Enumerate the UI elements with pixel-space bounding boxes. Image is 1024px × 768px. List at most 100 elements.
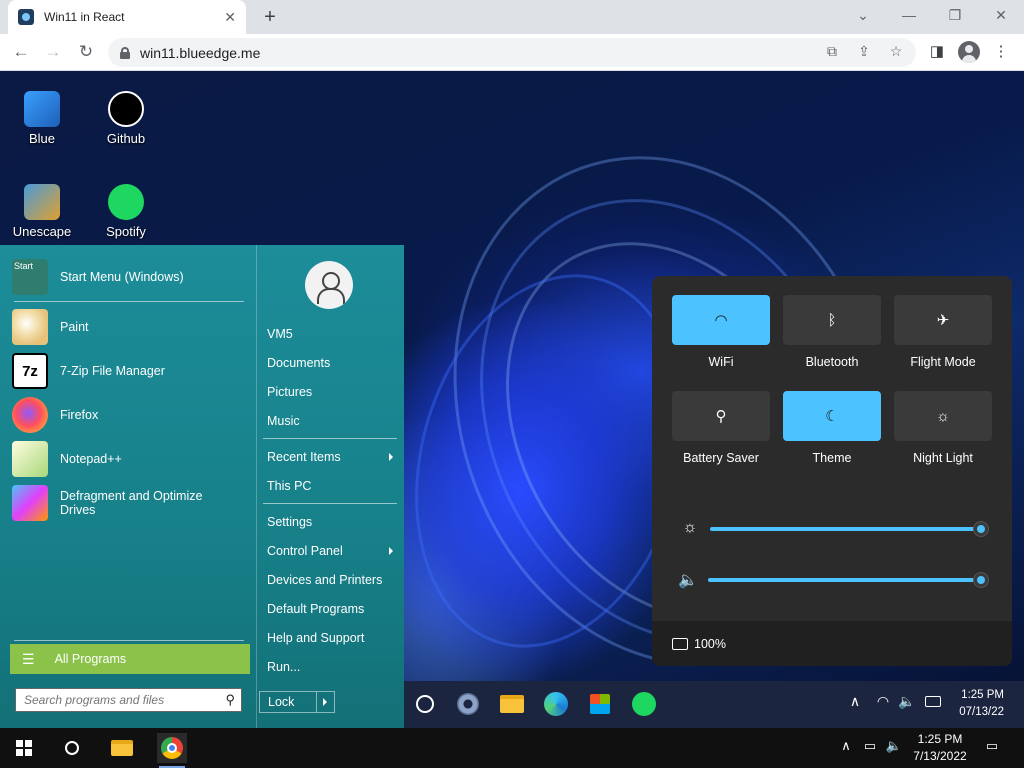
host-taskbar-clock[interactable]: 1:25 PM 7/13/2022 bbox=[910, 731, 970, 765]
minimize-button[interactable]: — bbox=[894, 4, 924, 26]
place-settings[interactable]: Settings bbox=[267, 515, 397, 529]
theme-toggle[interactable]: ☾ bbox=[783, 391, 881, 441]
desktop-icon-github[interactable]: Github bbox=[86, 91, 166, 146]
file-explorer-icon[interactable] bbox=[107, 733, 137, 763]
windows-start-icon[interactable] bbox=[9, 733, 39, 763]
tab-search-button[interactable]: ⌄ bbox=[848, 4, 878, 26]
start-item-label: Notepad++ bbox=[60, 452, 122, 466]
place-vm5[interactable]: VM5 bbox=[267, 327, 397, 341]
place-music[interactable]: Music bbox=[267, 414, 397, 428]
battery-icon[interactable] bbox=[922, 693, 944, 707]
back-button[interactable]: ← bbox=[8, 39, 34, 65]
place-run[interactable]: Run... bbox=[267, 660, 397, 674]
place-documents[interactable]: Documents bbox=[267, 356, 397, 370]
address-bar[interactable]: win11.blueedge.me ⧉ ⇪ ☆ bbox=[108, 38, 916, 67]
place-devices-printers[interactable]: Devices and Printers bbox=[267, 573, 397, 587]
monitor-user-icon bbox=[24, 91, 60, 127]
brightness-slider-thumb[interactable] bbox=[974, 522, 988, 536]
place-this-pc[interactable]: This PC bbox=[267, 479, 397, 493]
store-icon[interactable] bbox=[585, 689, 615, 719]
battery-icon[interactable] bbox=[672, 637, 688, 650]
share-icon[interactable]: ⇪ bbox=[854, 43, 874, 60]
side-panel-icon[interactable]: ◨ bbox=[924, 39, 950, 65]
wifi-icon[interactable]: ◠ bbox=[872, 693, 894, 710]
battery-saver-toggle[interactable]: ⚲ bbox=[672, 391, 770, 441]
user-avatar-icon[interactable] bbox=[305, 261, 353, 309]
start-menu-separator bbox=[14, 301, 244, 302]
lock-icon[interactable] bbox=[120, 46, 130, 59]
browser-menu-icon[interactable]: ⋮ bbox=[988, 39, 1014, 65]
bluetooth-toggle[interactable]: ᛒ bbox=[783, 295, 881, 345]
desktop-icon-unescape[interactable]: Unescape bbox=[2, 184, 82, 239]
night-light-toggle[interactable]: ☼ bbox=[894, 391, 992, 441]
desktop-icon-spotify[interactable]: Spotify bbox=[86, 184, 166, 239]
place-recent-items[interactable]: Recent Items bbox=[267, 450, 397, 464]
spotify-icon[interactable] bbox=[629, 689, 659, 719]
start-menu-icon: Start bbox=[12, 259, 48, 295]
web-taskbar-clock[interactable]: 1:25 PM 07/13/22 bbox=[959, 687, 1004, 721]
search-icon[interactable]: ⚲ bbox=[225, 692, 235, 708]
show-hidden-icons-chevron-icon[interactable]: ∧ bbox=[836, 738, 856, 754]
chrome-icon[interactable] bbox=[157, 733, 187, 763]
lock-button[interactable]: Lock bbox=[259, 691, 335, 713]
file-explorer-icon[interactable] bbox=[497, 689, 527, 719]
place-pictures[interactable]: Pictures bbox=[267, 385, 397, 399]
profile-avatar-icon bbox=[958, 41, 980, 63]
place-default-programs[interactable]: Default Programs bbox=[267, 602, 397, 616]
start-item-label: Start Menu (Windows) bbox=[60, 270, 184, 284]
start-menu: Start Start Menu (Windows) Paint 7z 7-Zi… bbox=[0, 245, 404, 728]
forward-button[interactable]: → bbox=[40, 39, 66, 65]
start-search-box[interactable]: ⚲ bbox=[15, 688, 242, 712]
desktop-icon-blue[interactable]: Blue bbox=[2, 91, 82, 146]
bookmark-star-icon[interactable]: ☆ bbox=[886, 43, 906, 60]
notification-center-icon[interactable]: ▭ bbox=[982, 738, 1002, 754]
close-window-button[interactable]: ✕ bbox=[986, 4, 1016, 26]
tile-label-battery-saver: Battery Saver bbox=[683, 451, 759, 465]
search-icon[interactable] bbox=[410, 689, 440, 719]
reload-button[interactable]: ↻ bbox=[73, 39, 99, 65]
places-separator bbox=[263, 438, 397, 439]
start-item-7zip[interactable]: 7z 7-Zip File Manager bbox=[12, 353, 248, 389]
tab-win11-in-react[interactable]: Win11 in React ✕ bbox=[8, 0, 246, 34]
desktop-icon-label: Github bbox=[106, 131, 146, 146]
profile-button[interactable] bbox=[956, 39, 982, 65]
volume-icon[interactable]: 🔈 bbox=[896, 693, 918, 710]
web-clock-time: 1:25 PM bbox=[961, 689, 1004, 701]
start-item-paint[interactable]: Paint bbox=[12, 309, 248, 345]
show-hidden-icons-chevron-icon[interactable]: ∧ bbox=[844, 693, 866, 710]
quick-settings-footer: 100% bbox=[652, 621, 1012, 666]
network-icon[interactable]: ▭ bbox=[860, 738, 880, 754]
firefox-icon bbox=[12, 397, 48, 433]
tile-label-bluetooth: Bluetooth bbox=[805, 355, 859, 369]
open-in-app-icon[interactable]: ⧉ bbox=[822, 43, 842, 60]
all-programs-button[interactable]: ☰ All Programs bbox=[10, 644, 250, 674]
volume-icon[interactable]: 🔈 bbox=[884, 738, 904, 754]
search-icon[interactable] bbox=[57, 733, 87, 763]
lock-options-arrow-icon[interactable] bbox=[323, 698, 327, 706]
start-item-defrag[interactable]: Defragment and Optimize Drives bbox=[12, 485, 212, 521]
brightness-slider[interactable] bbox=[710, 527, 980, 531]
volume-slider-thumb[interactable] bbox=[974, 573, 988, 587]
submenu-arrow-icon bbox=[389, 547, 393, 555]
tab-title: Win11 in React bbox=[44, 10, 125, 24]
start-item-notepadpp[interactable]: Notepad++ bbox=[12, 441, 248, 477]
wifi-toggle[interactable]: ◠ bbox=[672, 295, 770, 345]
new-tab-button[interactable]: + bbox=[258, 5, 282, 29]
tile-label-theme: Theme bbox=[812, 451, 852, 465]
start-item-start-menu[interactable]: Start Start Menu (Windows) bbox=[12, 259, 248, 295]
place-control-panel[interactable]: Control Panel bbox=[267, 544, 397, 558]
place-label: Control Panel bbox=[267, 544, 343, 558]
volume-slider[interactable] bbox=[708, 578, 980, 582]
places-separator bbox=[263, 503, 397, 504]
place-help-support[interactable]: Help and Support bbox=[267, 631, 397, 645]
start-search-input[interactable] bbox=[24, 693, 214, 707]
start-item-firefox[interactable]: Firefox bbox=[12, 397, 248, 433]
start-item-label: Defragment and Optimize Drives bbox=[60, 489, 203, 517]
edge-icon[interactable] bbox=[541, 689, 571, 719]
flight-mode-toggle[interactable]: ✈ bbox=[894, 295, 992, 345]
desktop-icon-label: Spotify bbox=[106, 224, 146, 239]
unescape-icon bbox=[24, 184, 60, 220]
close-tab-icon[interactable]: ✕ bbox=[224, 9, 236, 26]
settings-gear-icon[interactable] bbox=[453, 689, 483, 719]
restore-button[interactable]: ❐ bbox=[940, 4, 970, 26]
